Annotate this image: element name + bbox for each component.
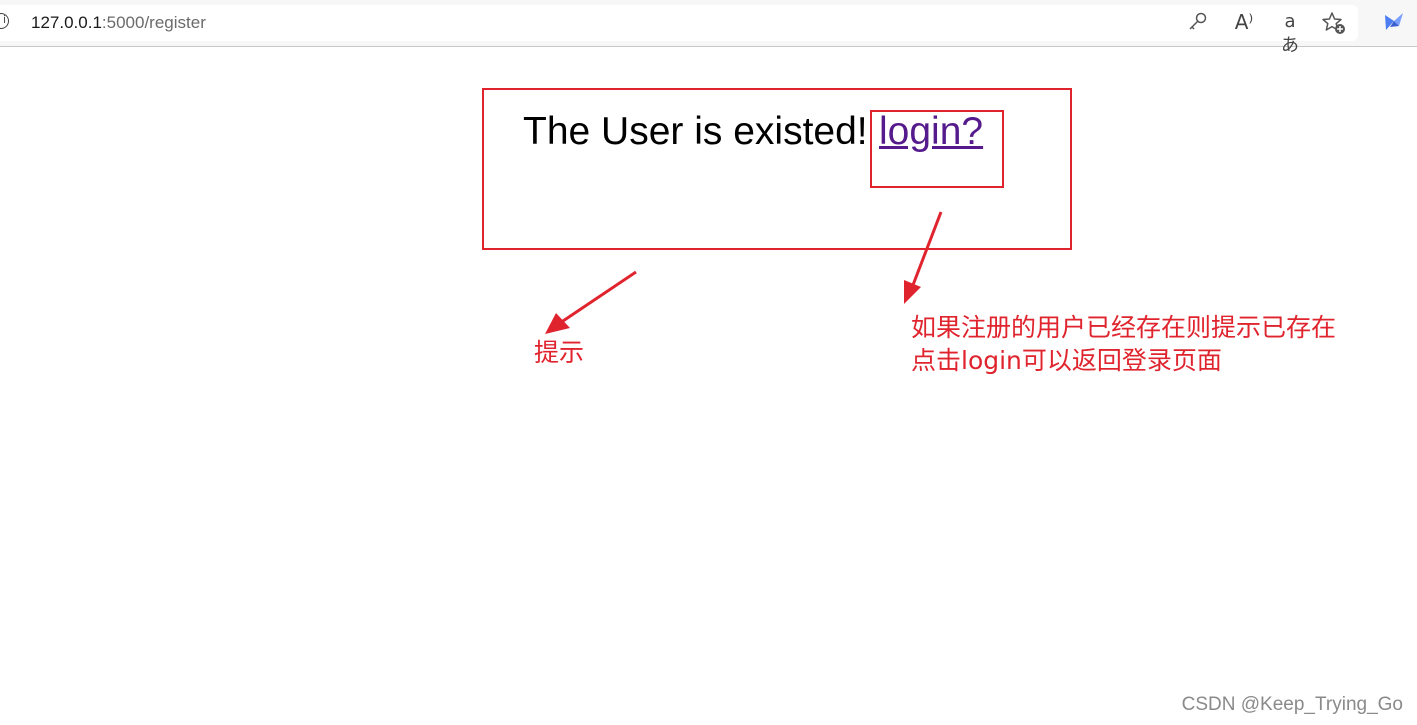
read-aloud-icon[interactable]: A⁾	[1232, 10, 1256, 34]
annotation-hint: 提示	[534, 338, 585, 367]
address-bar[interactable]: 127.0.0.1:5000/register	[0, 5, 1358, 41]
screenshot-root: 127.0.0.1:5000/register A⁾ aあ	[0, 0, 1417, 725]
url-path: :5000/register	[101, 13, 206, 32]
browser-toolbar: 127.0.0.1:5000/register A⁾ aあ	[0, 0, 1417, 56]
annotation-box-login	[870, 110, 1004, 188]
info-icon[interactable]	[0, 13, 9, 29]
annotation-description-line2: 点击login可以返回登录页面	[911, 346, 1222, 375]
key-icon[interactable]	[1186, 10, 1210, 34]
csdn-watermark: CSDN @Keep_Trying_Go	[1181, 694, 1403, 715]
translate-icon[interactable]: aあ	[1276, 10, 1304, 56]
add-favorite-icon[interactable]	[1321, 10, 1345, 34]
annotation-description-line1: 如果注册的用户已经存在则提示已存在	[911, 313, 1337, 342]
extension-icon[interactable]	[1382, 10, 1406, 34]
arrow-to-hint	[545, 270, 637, 334]
user-existed-message: The User is existed!	[523, 110, 868, 153]
url-host: 127.0.0.1	[31, 13, 102, 32]
url-text[interactable]: 127.0.0.1:5000/register	[31, 13, 206, 33]
